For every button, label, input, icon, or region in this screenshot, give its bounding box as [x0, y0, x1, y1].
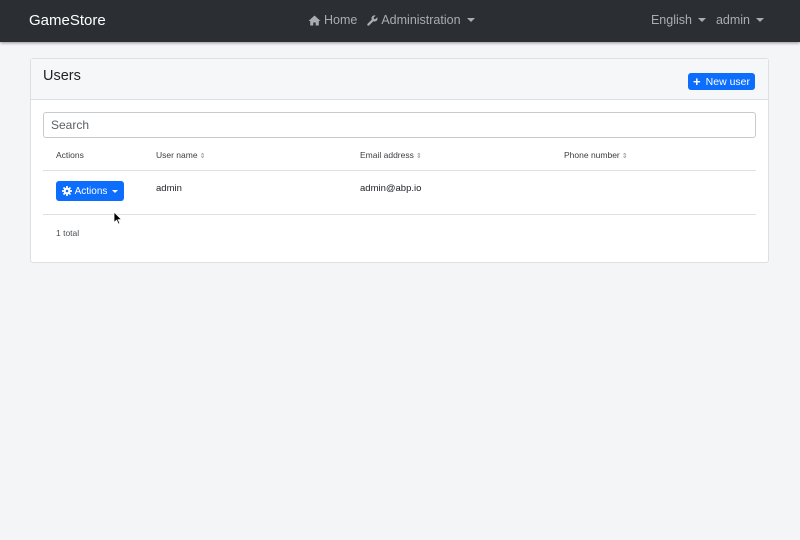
row-actions-label: Actions: [74, 185, 108, 197]
page-title: Users: [43, 68, 81, 84]
row-actions-button[interactable]: Actions: [56, 181, 124, 201]
nav-home-label: Home: [324, 13, 358, 27]
new-user-label: New user: [705, 75, 750, 88]
column-header-user-name[interactable]: User name ⇕: [156, 150, 205, 160]
sort-icon: ⇕: [621, 153, 628, 160]
chevron-down-icon: [697, 18, 706, 22]
users-card: Users + New user Actions User name⇕ Emai…: [30, 58, 769, 263]
language-label: English: [650, 13, 692, 27]
search-input[interactable]: [43, 112, 756, 138]
language-dropdown[interactable]: English: [651, 13, 706, 27]
column-header-actions: Actions: [56, 150, 84, 160]
column-header-user-name-label: User name: [156, 150, 198, 160]
plus-icon: +: [693, 74, 701, 89]
nav-administration-label: Administration: [381, 13, 461, 27]
sort-icon: ⇕: [415, 153, 422, 160]
new-user-button[interactable]: + New user: [688, 73, 755, 90]
home-icon: [308, 15, 321, 25]
table-header-divider: [43, 170, 756, 171]
sort-icon: ⇕: [199, 153, 206, 160]
nav-home-link[interactable]: Home: [308, 13, 357, 27]
user-menu-dropdown[interactable]: admin: [716, 13, 764, 27]
cell-email: admin@abp.io: [360, 183, 422, 194]
column-header-email[interactable]: Email address ⇕: [360, 150, 422, 160]
chevron-down-icon: [112, 189, 119, 193]
column-header-phone[interactable]: Phone number ⇕: [564, 150, 628, 160]
chevron-down-icon: [466, 18, 475, 22]
main-nav: Home Administration: [308, 13, 475, 27]
column-header-email-label: Email address: [360, 150, 414, 160]
wrench-icon: [367, 14, 378, 26]
brand-logo[interactable]: GameStore: [29, 12, 106, 29]
chevron-down-icon: [756, 18, 764, 22]
users-card-header: Users + New user: [31, 59, 768, 100]
top-navbar: GameStore Home Administration English ad…: [0, 0, 800, 42]
column-header-phone-label: Phone number: [564, 150, 620, 160]
cell-user-name: admin: [156, 183, 182, 194]
user-menu-label: admin: [715, 13, 750, 27]
column-header-actions-label: Actions: [56, 150, 84, 160]
table-footer-divider: [43, 214, 756, 215]
nav-right: English admin: [651, 13, 764, 27]
gear-icon: [61, 186, 72, 196]
mouse-cursor-icon: [113, 211, 123, 225]
nav-administration-dropdown[interactable]: Administration: [367, 13, 475, 27]
total-count: 1 total: [56, 228, 80, 238]
